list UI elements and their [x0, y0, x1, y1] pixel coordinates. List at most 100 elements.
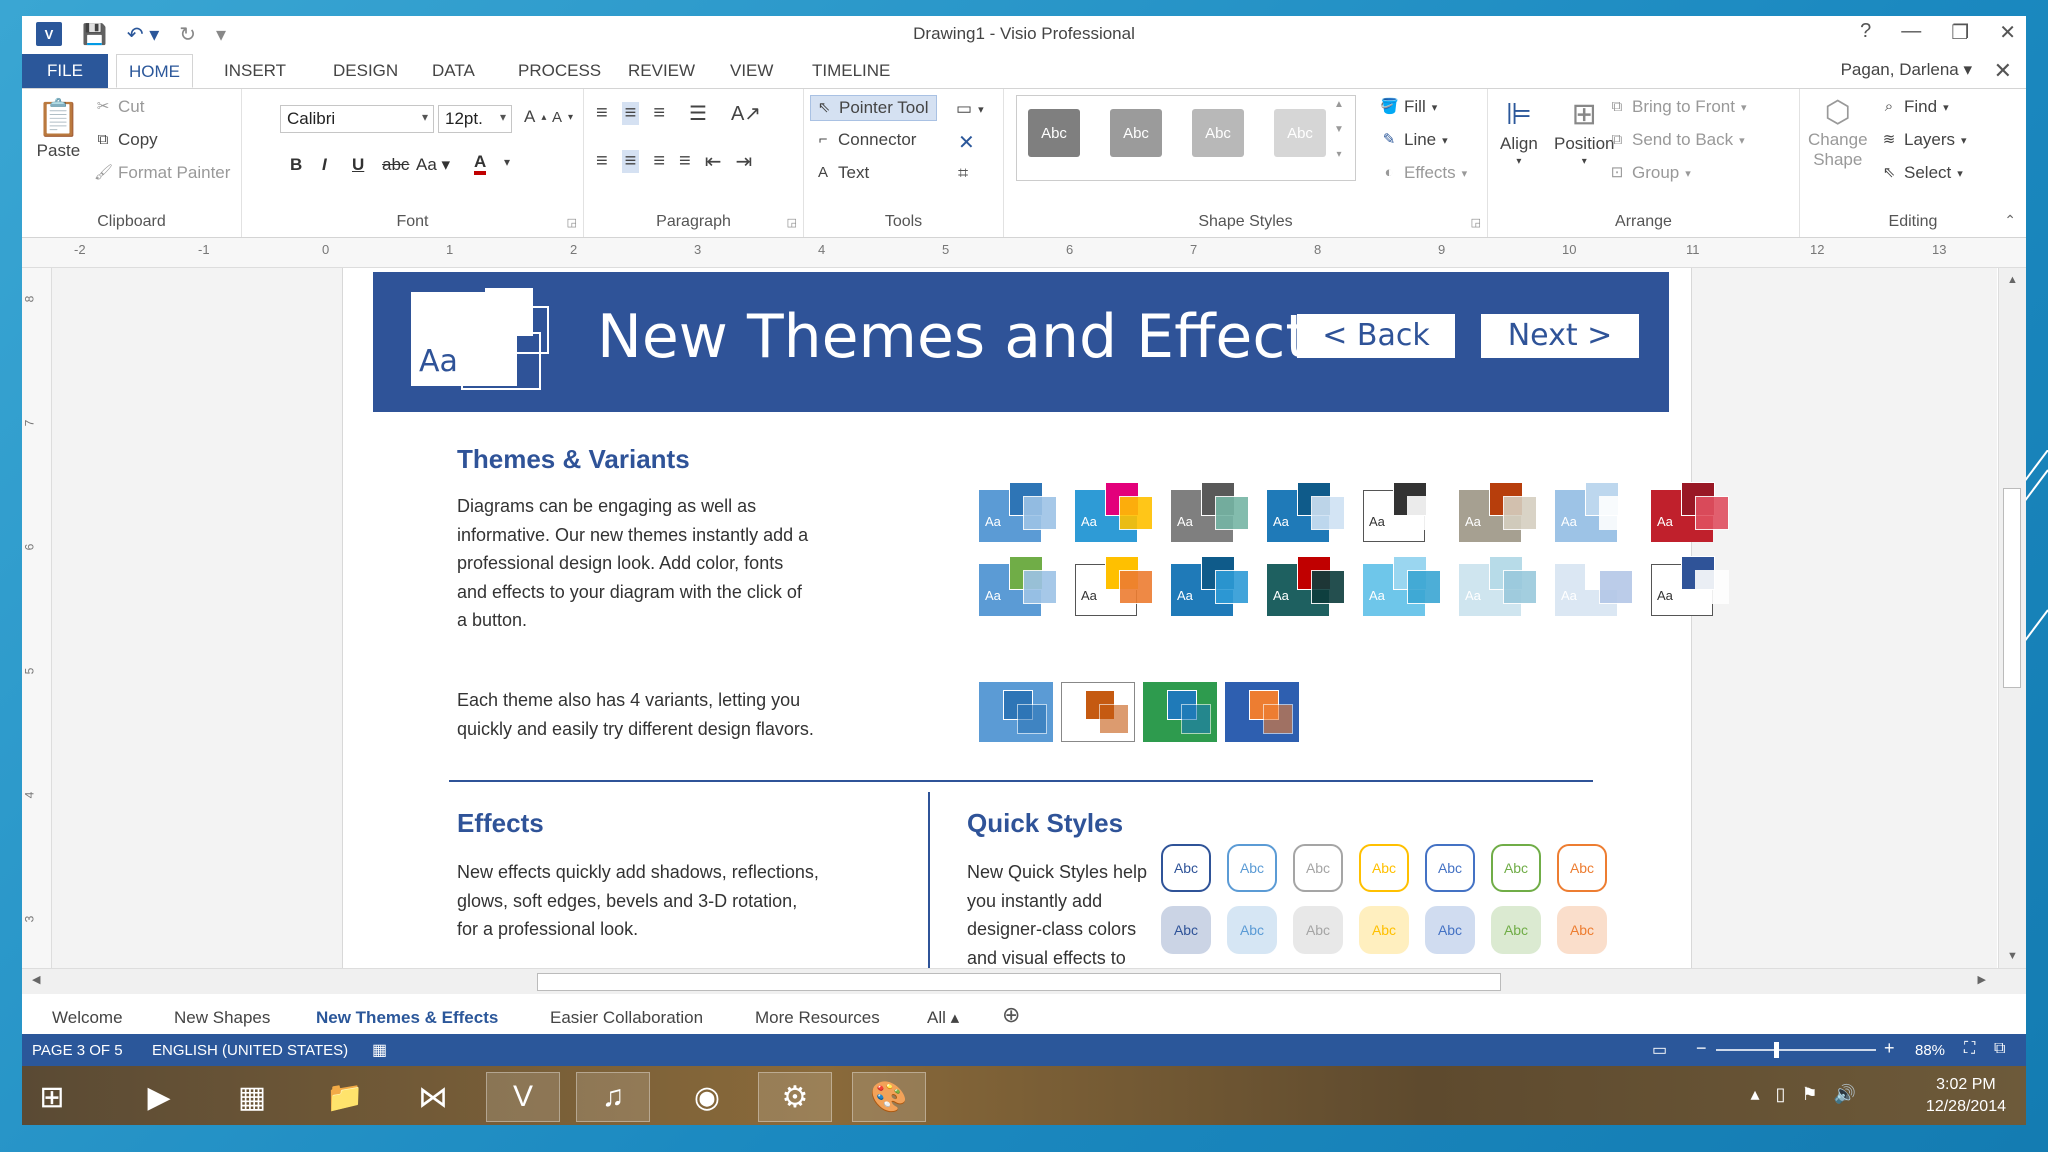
zoom-slider-thumb[interactable]	[1774, 1042, 1779, 1058]
shape-style-3[interactable]: Abc	[1192, 109, 1244, 157]
select-button[interactable]: ⇖ Select ▾	[1880, 163, 1963, 183]
variant-thumbnail[interactable]	[979, 682, 1055, 744]
group-button[interactable]: ⊡ Group ▾	[1608, 163, 1691, 183]
justify-icon[interactable]: ≡	[679, 150, 691, 173]
font-color-button[interactable]: A	[474, 153, 487, 175]
theme-thumbnail[interactable]: Aa	[1363, 482, 1443, 544]
theme-thumbnail[interactable]: Aa	[1459, 482, 1539, 544]
drawing-page[interactable]: Aa New Themes and Effects < Back Next > …	[342, 268, 1729, 968]
quick-style-swatch[interactable]: Abc	[1161, 906, 1211, 954]
visio-taskbar-icon[interactable]: V	[486, 1072, 560, 1122]
italic-button[interactable]: I	[322, 155, 327, 175]
flag-icon[interactable]: ⚑	[1801, 1084, 1817, 1105]
bring-to-front-button[interactable]: ⧉ Bring to Front ▾	[1608, 97, 1747, 117]
variant-thumbnail[interactable]	[1143, 682, 1219, 744]
send-to-back-button[interactable]: ⧉ Send to Back ▾	[1608, 130, 1745, 150]
visual-studio-icon[interactable]: ⋈	[396, 1072, 470, 1122]
battery-icon[interactable]: ▯	[1776, 1084, 1786, 1105]
quick-style-swatch[interactable]: Abc	[1359, 844, 1409, 892]
theme-thumbnail[interactable]: Aa	[1267, 482, 1347, 544]
connector-button[interactable]: ⌐ Connector	[814, 130, 917, 150]
bullets-icon[interactable]: ☰	[689, 101, 707, 126]
collapse-ribbon-icon[interactable]: ⌃	[2004, 212, 2016, 229]
restore-icon[interactable]: ❐	[1951, 20, 1969, 45]
horizontal-scrollbar[interactable]: ◀ ▶	[22, 968, 2026, 994]
zoom-slider[interactable]	[1716, 1049, 1876, 1051]
help-icon[interactable]: ?	[1860, 20, 1871, 45]
tab-review[interactable]: REVIEW	[616, 54, 707, 88]
find-button[interactable]: ⌕ Find ▾	[1880, 97, 1949, 117]
crop-tool-icon[interactable]: ⌗	[958, 163, 968, 184]
font-color-dropdown-icon[interactable]: ▾	[504, 155, 510, 169]
align-left-icon[interactable]: ≡	[596, 150, 608, 173]
connection-point-icon[interactable]: ✕	[958, 130, 975, 155]
tab-insert[interactable]: INSERT	[212, 54, 298, 88]
shape-style-2[interactable]: Abc	[1110, 109, 1162, 157]
fit-page-icon[interactable]: ⛶	[1964, 1040, 1975, 1058]
scroll-left-icon[interactable]: ◀	[32, 973, 40, 986]
quick-style-swatch[interactable]: Abc	[1425, 906, 1475, 954]
presentation-mode-icon[interactable]: ▭	[1652, 1040, 1667, 1060]
back-button[interactable]: < Back	[1297, 314, 1455, 358]
tab-timeline[interactable]: TIMELINE	[800, 54, 902, 88]
tab-view[interactable]: VIEW	[718, 54, 785, 88]
tab-design[interactable]: DESIGN	[321, 54, 410, 88]
shape-styles-dialog-launcher-icon[interactable]: ◲	[1471, 216, 1481, 229]
quick-style-swatch[interactable]: Abc	[1491, 844, 1541, 892]
theme-thumbnail[interactable]: Aa	[1651, 482, 1731, 544]
grow-font-icon[interactable]: A ▴	[524, 107, 546, 127]
underline-button[interactable]: U	[352, 155, 364, 175]
line-button[interactable]: ✎ Line ▾	[1380, 130, 1448, 150]
quick-style-swatch[interactable]: Abc	[1557, 906, 1607, 954]
strikethrough-button[interactable]: abc	[382, 155, 409, 175]
calculator-icon[interactable]: ▦	[215, 1072, 289, 1122]
page-tab-welcome[interactable]: Welcome	[52, 1008, 123, 1028]
scroll-down-icon[interactable]: ▼	[2007, 950, 2018, 962]
scroll-up-icon[interactable]: ▲	[2007, 274, 2018, 286]
macro-record-icon[interactable]: ▦	[372, 1040, 387, 1060]
text-direction-icon[interactable]: A↗	[731, 101, 761, 126]
volume-icon[interactable]: 🔊	[1834, 1084, 1856, 1105]
user-name[interactable]: Pagan, Darlena ▾	[1841, 60, 1972, 80]
page-tab-all[interactable]: All ▴	[927, 1008, 959, 1028]
font-dialog-launcher-icon[interactable]: ◲	[567, 216, 577, 229]
next-button[interactable]: Next >	[1481, 314, 1639, 358]
font-size-combo[interactable]: 12pt.	[438, 105, 512, 133]
layers-button[interactable]: ≋ Layers ▾	[1880, 130, 1967, 150]
add-page-icon[interactable]: ⊕	[1002, 1002, 1020, 1028]
decrease-indent-icon[interactable]: ⇤	[705, 149, 722, 174]
vertical-scrollbar[interactable]: ▲ ▼	[1998, 268, 2026, 968]
tab-data[interactable]: DATA	[420, 54, 487, 88]
audio-app-icon[interactable]: ♫	[576, 1072, 650, 1122]
media-player-icon[interactable]: ▶	[122, 1072, 196, 1122]
theme-thumbnail[interactable]: Aa	[1171, 556, 1251, 618]
align-top-icon[interactable]: ≡	[596, 102, 608, 125]
tab-home[interactable]: HOME	[116, 54, 193, 88]
quick-style-swatch[interactable]: Abc	[1161, 844, 1211, 892]
variant-thumbnail[interactable]	[1225, 682, 1301, 744]
quick-style-swatch[interactable]: Abc	[1359, 906, 1409, 954]
close-icon[interactable]: ✕	[1999, 20, 2016, 45]
theme-thumbnail[interactable]: Aa	[1555, 556, 1635, 618]
change-shape-button[interactable]: ⬡ Change Shape	[1808, 95, 1868, 170]
text-tool-button[interactable]: A Text	[814, 163, 869, 183]
paragraph-dialog-launcher-icon[interactable]: ◲	[787, 216, 797, 229]
paint-icon[interactable]: 🎨	[852, 1072, 926, 1122]
settings-app-icon[interactable]: ⚙	[758, 1072, 832, 1122]
theme-thumbnail[interactable]: Aa	[979, 482, 1059, 544]
start-button-icon[interactable]: ⊞	[22, 1072, 82, 1122]
vertical-scroll-thumb[interactable]	[2003, 488, 2021, 688]
close-document-icon[interactable]: ✕	[1994, 58, 2012, 84]
scroll-right-icon[interactable]: ▶	[1978, 973, 1986, 986]
gallery-scroll-icon[interactable]: ▲ ▼ ▾	[1334, 99, 1344, 160]
effects-button[interactable]: ◐ Effects ▾	[1380, 163, 1467, 183]
variant-thumbnail[interactable]	[1061, 682, 1137, 744]
tray-expand-icon[interactable]: ▴	[1750, 1084, 1759, 1105]
format-painter-button[interactable]: 🖌 Format Painter	[94, 163, 230, 183]
page-tab-easier-collaboration[interactable]: Easier Collaboration	[550, 1008, 703, 1028]
position-button[interactable]: ⊞ Position ▾	[1554, 97, 1614, 167]
quick-style-swatch[interactable]: Abc	[1293, 906, 1343, 954]
horizontal-scroll-thumb[interactable]	[537, 973, 1501, 991]
theme-thumbnail[interactable]: Aa	[1171, 482, 1251, 544]
language-indicator[interactable]: ENGLISH (UNITED STATES)	[152, 1042, 348, 1059]
